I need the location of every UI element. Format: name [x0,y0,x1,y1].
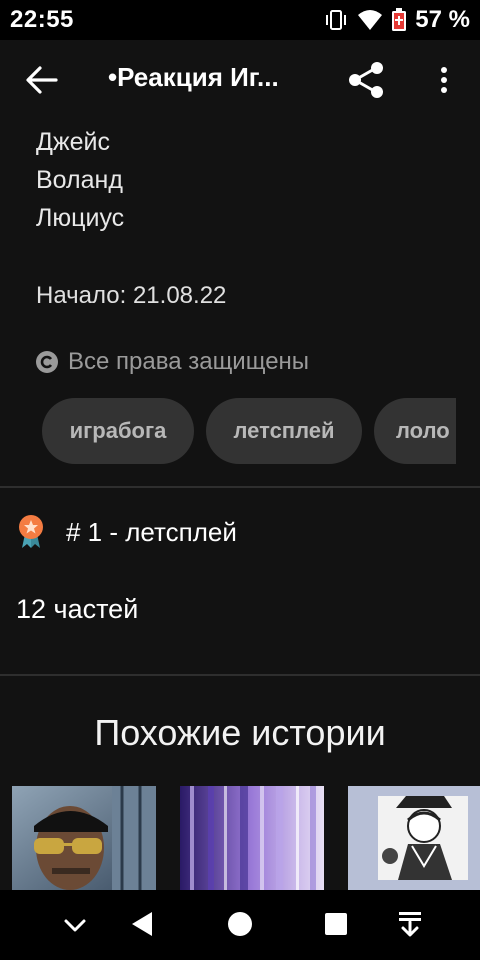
copyright-text: Все права защищены [68,348,310,375]
status-time: 22:55 [10,6,74,33]
tag-list[interactable]: играбога летсплей лоло [42,398,456,466]
tag-chip[interactable]: летсплей [206,398,362,464]
back-button[interactable] [22,62,62,98]
status-bar: 22:55 57 % [0,0,480,40]
battery-percent: 57 % [415,6,470,33]
award-badge-icon [19,515,43,548]
app-bar: •Реакция Иг... [0,40,480,120]
nav-back-button[interactable] [130,910,154,943]
pull-down-icon [399,912,421,937]
more-options-button[interactable] [432,62,456,102]
battery-icon [392,8,407,31]
cover-image-manga [348,786,480,890]
vibrate-icon [326,10,347,30]
triangle-back-icon [132,912,152,936]
nav-notifications-button[interactable] [397,910,423,943]
tag-chip[interactable]: играбога [42,398,194,464]
divider [0,674,480,676]
status-icons: 57 % [323,6,470,34]
character-item: Люциус [36,204,125,232]
copyright-icon [36,351,58,373]
nav-home-button[interactable] [227,911,253,942]
story-title: •Реакция Иг... [108,62,279,92]
nav-recents-button[interactable] [324,912,348,941]
circle-home-icon [228,912,252,936]
share-icon [349,62,383,98]
similar-story-cover[interactable] [348,786,480,890]
story-details[interactable]: Джейс Воланд Люциус Начало: 21.08.22 Все… [0,120,480,890]
square-recents-icon [325,913,347,935]
arrow-left-icon [26,66,58,94]
rank-row[interactable]: # 1 - летсплей [16,514,237,550]
more-vert-icon [441,67,447,93]
copyright-notice: Все права защищены [36,348,309,376]
similar-stories-title: Похожие истории [94,712,386,753]
parts-count: 12 частей [16,594,139,624]
chevron-down-icon [64,919,86,932]
rank-label: # 1 - летсплей [66,516,237,547]
start-date: Начало: 21.08.22 [36,282,227,309]
tag-chip[interactable]: лоло [374,398,456,464]
divider [0,486,480,488]
cover-image-person [12,786,156,890]
navigation-bar [0,890,480,960]
character-item: Воланд [36,166,123,194]
character-item: Джейс [36,128,111,156]
share-button[interactable] [346,60,386,100]
similar-story-cover[interactable] [180,786,324,890]
wifi-icon [358,10,383,30]
nav-collapse-button[interactable] [62,916,88,939]
similar-story-cover[interactable] [12,786,156,890]
cover-image-abstract [180,786,324,890]
